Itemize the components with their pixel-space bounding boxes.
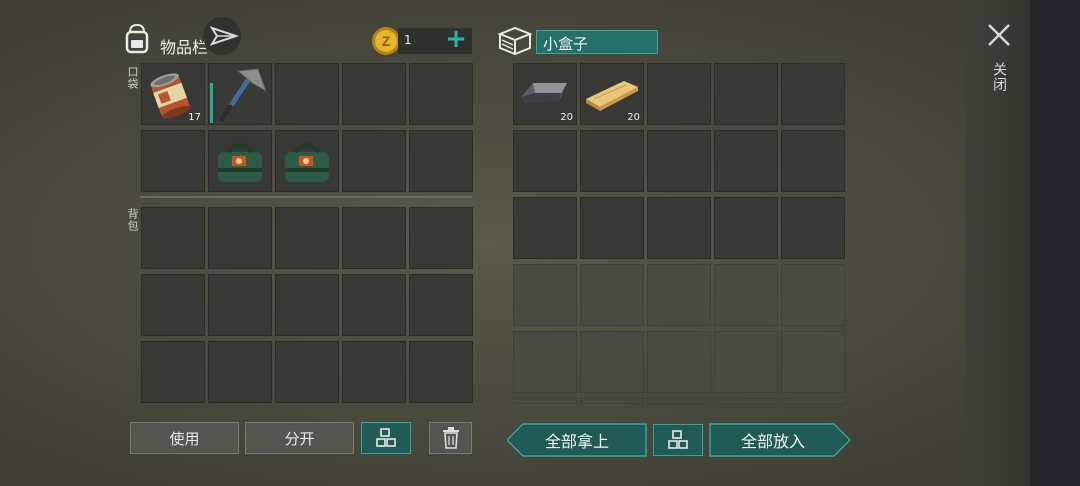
green-supply-bag-icon	[218, 143, 262, 182]
inventory-slot[interactable]	[342, 207, 406, 269]
sort-container-button[interactable]	[653, 424, 703, 456]
inventory-slot[interactable]	[513, 398, 577, 404]
inventory-slot-can[interactable]: 17	[141, 63, 205, 125]
inventory-slot[interactable]	[342, 63, 406, 125]
inventory-slot[interactable]	[409, 63, 473, 125]
inventory-slot[interactable]	[580, 197, 644, 259]
close-label[interactable]: 关闭	[989, 62, 1009, 92]
container-name-field[interactable]: 小盒子	[536, 30, 658, 54]
inventory-slot[interactable]	[342, 274, 406, 336]
backpack-icon	[122, 22, 152, 54]
coin-count: 1	[404, 33, 412, 47]
inventory-slot[interactable]	[342, 130, 406, 192]
inventory-slot[interactable]	[647, 398, 711, 404]
inventory-slot[interactable]	[513, 331, 577, 393]
inventory-slot[interactable]	[647, 63, 711, 125]
inventory-slot[interactable]	[714, 130, 778, 192]
inventory-slot[interactable]	[647, 197, 711, 259]
iron-count: 20	[560, 112, 573, 123]
container-slot-iron[interactable]: 20	[513, 63, 577, 125]
pickaxe-icon	[219, 68, 267, 122]
inventory-slot[interactable]	[275, 274, 339, 336]
inventory-slot[interactable]	[580, 264, 644, 326]
inventory-slot-pickaxe[interactable]	[208, 63, 272, 125]
green-supply-bag-icon	[285, 143, 329, 182]
take-all-label: 全部拿上	[544, 432, 609, 451]
split-button[interactable]: 分开	[245, 422, 354, 454]
inventory-title: 物品栏	[160, 38, 209, 57]
inventory-slot[interactable]	[409, 130, 473, 192]
add-coins-button[interactable]: +	[444, 24, 468, 54]
inventory-slot[interactable]	[141, 274, 205, 336]
inventory-slot[interactable]	[342, 341, 406, 403]
plank-count: 20	[627, 112, 640, 123]
send-icon[interactable]	[202, 16, 244, 56]
right-panel-shade	[965, 0, 1080, 486]
durability-bar	[210, 83, 213, 123]
inventory-slot[interactable]	[781, 331, 845, 393]
close-icon[interactable]	[986, 22, 1012, 48]
inventory-slot[interactable]	[409, 274, 473, 336]
inventory-slot[interactable]	[208, 207, 272, 269]
inventory-slot[interactable]	[208, 274, 272, 336]
inventory-slot[interactable]	[580, 398, 644, 404]
inventory-slot[interactable]	[781, 63, 845, 125]
inventory-slot[interactable]	[141, 207, 205, 269]
sort-inventory-button[interactable]	[361, 422, 411, 454]
pocket-label: 口袋	[126, 66, 139, 90]
trash-icon	[442, 427, 459, 449]
backpack-label: 背包	[126, 208, 139, 232]
svg-text:Z: Z	[382, 33, 391, 49]
inventory-slot[interactable]	[781, 130, 845, 192]
inventory-slot-bag-1[interactable]	[208, 130, 272, 192]
inventory-slot[interactable]	[513, 264, 577, 326]
inventory-slot[interactable]	[647, 130, 711, 192]
inventory-slot[interactable]	[714, 331, 778, 393]
inventory-slot[interactable]	[781, 264, 845, 326]
use-button[interactable]: 使用	[130, 422, 239, 454]
inventory-slot[interactable]	[781, 398, 845, 404]
box-icon	[496, 24, 534, 56]
grid-sort-icon	[376, 428, 396, 447]
container-name: 小盒子	[543, 35, 589, 53]
inventory-slot[interactable]	[513, 197, 577, 259]
inventory-slot[interactable]	[275, 63, 339, 125]
inventory-slot[interactable]	[781, 197, 845, 259]
inventory-slot[interactable]	[714, 197, 778, 259]
grid-sort-icon	[668, 430, 688, 449]
inventory-slot[interactable]	[714, 264, 778, 326]
inventory-slot[interactable]	[647, 331, 711, 393]
inventory-slot[interactable]	[647, 264, 711, 326]
inventory-slot[interactable]	[275, 341, 339, 403]
delete-button[interactable]	[429, 422, 472, 454]
put-all-label: 全部放入	[740, 432, 805, 451]
can-count: 17	[188, 112, 201, 123]
inventory-slot[interactable]	[208, 341, 272, 403]
inventory-slot-bag-2[interactable]	[275, 130, 339, 192]
inventory-slot[interactable]	[580, 331, 644, 393]
inventory-slot[interactable]	[714, 63, 778, 125]
inventory-slot[interactable]	[409, 207, 473, 269]
inventory-slot[interactable]	[580, 130, 644, 192]
pocket-divider	[140, 196, 472, 198]
inventory-slot[interactable]	[275, 207, 339, 269]
container-slot-plank[interactable]: 20	[580, 63, 644, 125]
inventory-slot[interactable]	[141, 130, 205, 192]
coin-icon: Z	[371, 26, 401, 56]
put-all-button[interactable]: 全部放入	[709, 423, 851, 457]
take-all-button[interactable]: 全部拿上	[507, 423, 647, 457]
inventory-slot[interactable]	[714, 398, 778, 404]
inventory-slot[interactable]	[409, 341, 473, 403]
inventory-slot[interactable]	[141, 341, 205, 403]
inventory-slot[interactable]	[513, 130, 577, 192]
